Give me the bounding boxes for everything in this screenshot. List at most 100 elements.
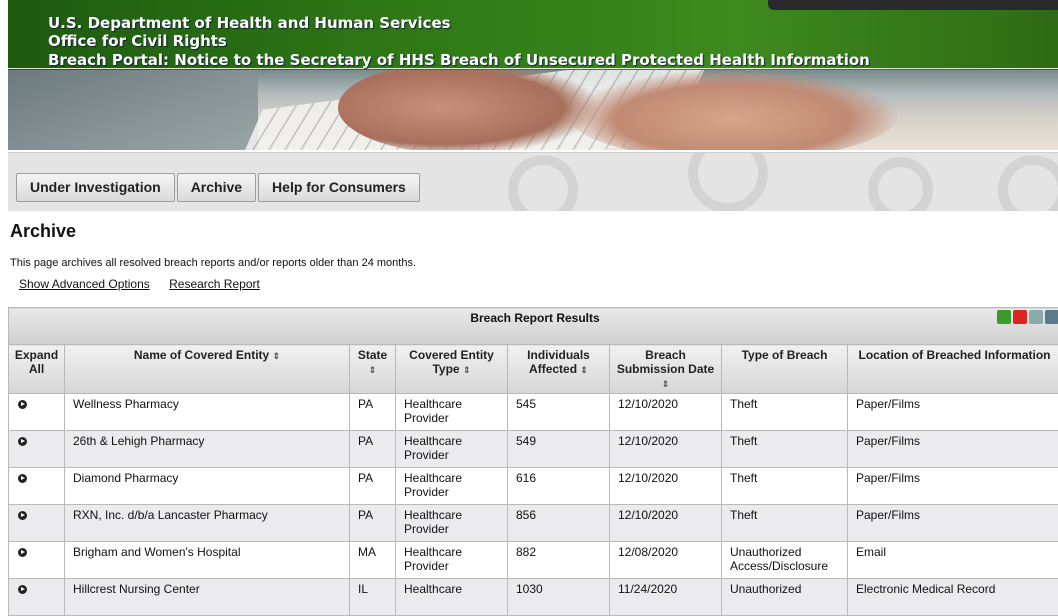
sort-icon: ⇕ [662, 379, 670, 389]
tab-help-for-consumers[interactable]: Help for Consumers [258, 173, 420, 202]
expand-row-icon[interactable] [18, 474, 27, 483]
table-row: 26th & Lehigh Pharmacy PA Healthcare Pro… [9, 431, 1058, 468]
cell-name: Brigham and Women's Hospital [65, 542, 350, 579]
photo-hand-right [568, 70, 898, 150]
col-individuals[interactable]: Individuals Affected ⇕ [508, 345, 610, 394]
cell-date: 12/08/2020 [610, 542, 722, 579]
cell-entity-type: Healthcare Provider [396, 505, 508, 542]
cell-state: PA [350, 505, 396, 542]
table-row: Brigham and Women's Hospital MA Healthca… [9, 542, 1058, 579]
photo-laptop [8, 70, 258, 150]
export-csv-icon[interactable] [1029, 310, 1043, 324]
cell-breach-type: Theft [722, 431, 848, 468]
cell-name: 26th & Lehigh Pharmacy [65, 431, 350, 468]
header-shadow [768, 0, 1058, 10]
nav-tabs: Under Investigation Archive Help for Con… [16, 173, 422, 202]
export-xml-icon[interactable] [1045, 310, 1058, 324]
cell-state: PA [350, 431, 396, 468]
office-name: Office for Civil Rights [48, 32, 227, 50]
expand-row-icon[interactable] [18, 511, 27, 520]
cell-name: Hillcrest Nursing Center [65, 579, 350, 616]
cell-location: Paper/Films [848, 431, 1058, 468]
cell-state: PA [350, 468, 396, 505]
table-header-row: Expand All Name of Covered Entity ⇕ Stat… [9, 345, 1058, 394]
col-state[interactable]: State ⇕ [350, 345, 396, 394]
cell-location: Paper/Films [848, 505, 1058, 542]
sort-icon: ⇕ [580, 365, 588, 375]
sort-icon: ⇕ [273, 351, 281, 361]
show-advanced-options-link[interactable]: Show Advanced Options [19, 277, 150, 291]
cell-date: 11/24/2020 [610, 579, 722, 616]
cell-individuals: 856 [508, 505, 610, 542]
cell-name: Wellness Pharmacy [65, 394, 350, 431]
page-title: Archive [10, 221, 76, 242]
breach-results-table: Breach Report Results Expand All Name of… [8, 307, 1058, 616]
cell-breach-type: Theft [722, 468, 848, 505]
cell-name: RXN, Inc. d/b/a Lancaster Pharmacy [65, 505, 350, 542]
expand-row-icon[interactable] [18, 437, 27, 446]
cell-location: Paper/Films [848, 394, 1058, 431]
export-excel-icon[interactable] [997, 310, 1011, 324]
cell-individuals: 616 [508, 468, 610, 505]
decor-circle [688, 152, 768, 211]
cell-location: Electronic Medical Record [848, 579, 1058, 616]
cell-individuals: 545 [508, 394, 610, 431]
table-caption: Breach Report Results [9, 308, 1058, 345]
research-report-link[interactable]: Research Report [169, 277, 260, 291]
decor-circle [998, 155, 1058, 211]
cell-breach-type: Theft [722, 394, 848, 431]
cell-date: 12/10/2020 [610, 394, 722, 431]
col-date[interactable]: Breach Submission Date⇕ [610, 345, 722, 394]
expand-row-icon[interactable] [18, 400, 27, 409]
row-expand-cell[interactable] [9, 468, 65, 505]
table-row: Hillcrest Nursing Center IL Healthcare 1… [9, 579, 1058, 616]
tab-under-investigation[interactable]: Under Investigation [16, 173, 175, 202]
sort-icon: ⇕ [369, 365, 377, 375]
table-caption-text: Breach Report Results [470, 311, 599, 325]
cell-entity-type: Healthcare Provider [396, 468, 508, 505]
site-header: U.S. Department of Health and Human Serv… [8, 0, 1058, 150]
decor-circle [868, 157, 933, 211]
export-pdf-icon[interactable] [1013, 310, 1027, 324]
col-expand-all[interactable]: Expand All [9, 345, 65, 394]
cell-date: 12/10/2020 [610, 468, 722, 505]
cell-name: Diamond Pharmacy [65, 468, 350, 505]
photo-hand-left [338, 70, 598, 150]
col-state-label: State [358, 348, 387, 362]
col-location[interactable]: Location of Breached Information [848, 345, 1058, 394]
row-expand-cell[interactable] [9, 579, 65, 616]
sort-icon: ⇕ [463, 365, 471, 375]
col-name-label: Name of Covered Entity [134, 348, 269, 362]
col-breach-type[interactable]: Type of Breach [722, 345, 848, 394]
cell-entity-type: Healthcare [396, 579, 508, 616]
decor-circle [508, 155, 578, 211]
cell-breach-type: Unauthorized [722, 579, 848, 616]
cell-breach-type: Unauthorized Access/Disclosure [722, 542, 848, 579]
cell-date: 12/10/2020 [610, 505, 722, 542]
cell-entity-type: Healthcare Provider [396, 542, 508, 579]
tab-archive[interactable]: Archive [177, 173, 256, 202]
row-expand-cell[interactable] [9, 431, 65, 468]
cell-location: Email [848, 542, 1058, 579]
page-description: This page archives all resolved breach r… [10, 257, 416, 269]
col-name[interactable]: Name of Covered Entity ⇕ [65, 345, 350, 394]
table-row: Diamond Pharmacy PA Healthcare Provider … [9, 468, 1058, 505]
col-entity-type[interactable]: Covered Entity Type ⇕ [396, 345, 508, 394]
cell-entity-type: Healthcare Provider [396, 431, 508, 468]
cell-individuals: 1030 [508, 579, 610, 616]
portal-title: Breach Portal: Notice to the Secretary o… [48, 51, 870, 69]
cell-breach-type: Theft [722, 505, 848, 542]
row-expand-cell[interactable] [9, 394, 65, 431]
expand-row-icon[interactable] [18, 548, 27, 557]
agency-name: U.S. Department of Health and Human Serv… [48, 14, 451, 32]
header-photo [8, 70, 1058, 150]
cell-entity-type: Healthcare Provider [396, 394, 508, 431]
cell-location: Paper/Films [848, 468, 1058, 505]
cell-individuals: 882 [508, 542, 610, 579]
row-expand-cell[interactable] [9, 505, 65, 542]
cell-state: PA [350, 394, 396, 431]
cell-state: IL [350, 579, 396, 616]
row-expand-cell[interactable] [9, 542, 65, 579]
table-row: RXN, Inc. d/b/a Lancaster Pharmacy PA He… [9, 505, 1058, 542]
expand-row-icon[interactable] [18, 585, 27, 594]
